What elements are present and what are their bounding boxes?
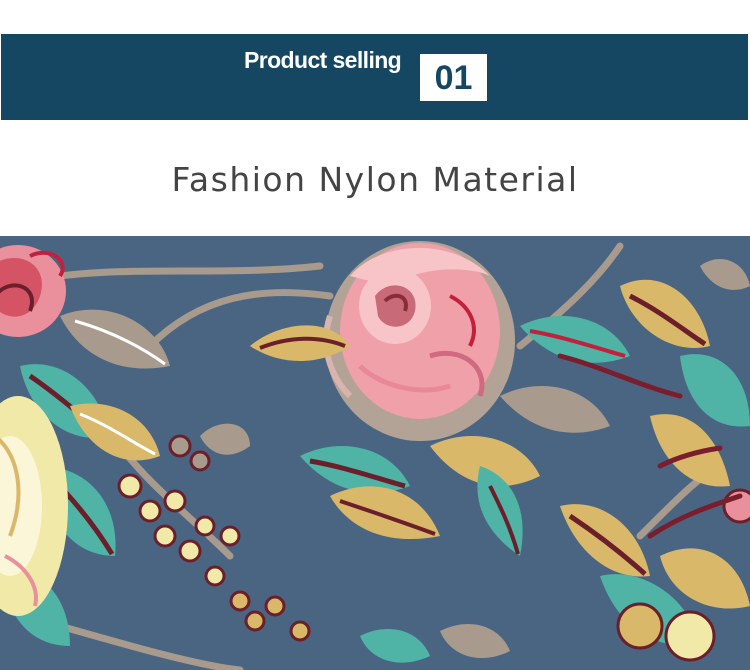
section-header-label: Product selling	[244, 47, 402, 73]
fabric-photo	[0, 236, 750, 670]
section-number: 01	[434, 58, 473, 97]
product-detail-page: Product selling 01 Fashion Nylon Materia…	[0, 0, 750, 670]
section-number-badge: 01	[420, 54, 487, 101]
rose-center	[323, 241, 515, 441]
section-subtitle: Fashion Nylon Material	[171, 160, 579, 199]
